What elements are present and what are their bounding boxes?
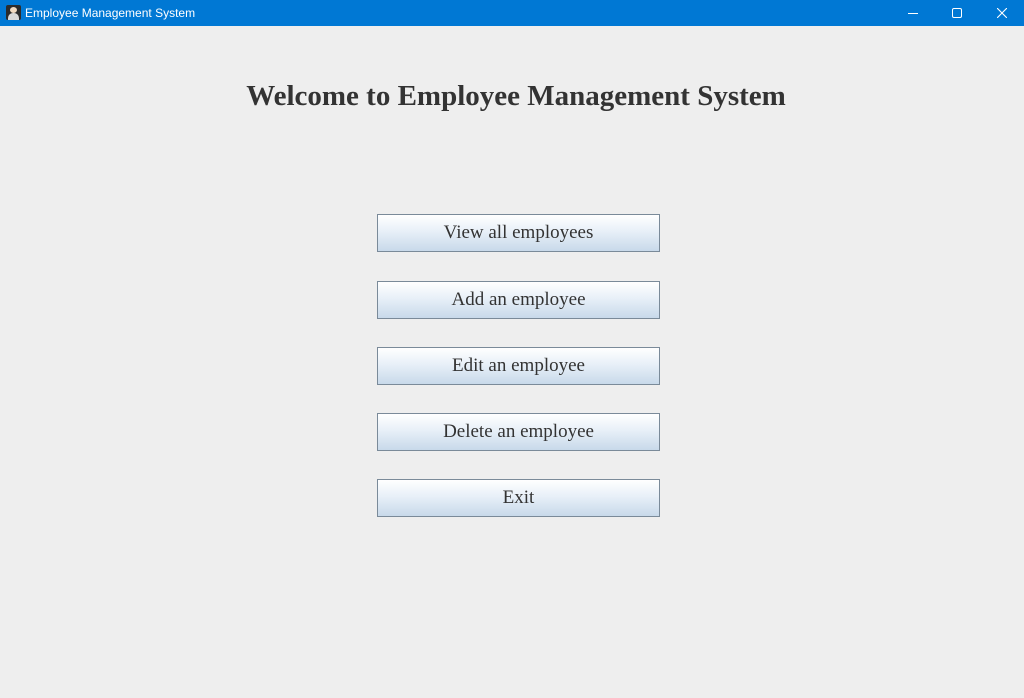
close-icon: [997, 8, 1007, 18]
close-button[interactable]: [980, 0, 1024, 26]
window-title: Employee Management System: [25, 6, 196, 20]
view-all-employees-button[interactable]: View all employees: [377, 214, 660, 252]
employee-person-icon[interactable]: [6, 5, 21, 20]
delete-employee-button[interactable]: Delete an employee: [377, 413, 660, 451]
person-body-shape: [8, 13, 19, 20]
add-employee-button[interactable]: Add an employee: [377, 281, 660, 319]
minimize-button[interactable]: [891, 0, 935, 26]
maximize-icon: [952, 8, 962, 18]
title-bar[interactable]: Employee Management System: [0, 0, 1024, 26]
exit-button[interactable]: Exit: [377, 479, 660, 517]
app-window: Employee Management System Welcome to Em…: [0, 0, 1024, 698]
edit-employee-button[interactable]: Edit an employee: [377, 347, 660, 385]
welcome-heading: Welcome to Employee Management System: [246, 80, 786, 112]
maximize-button[interactable]: [935, 0, 979, 26]
minimize-icon: [908, 13, 918, 14]
